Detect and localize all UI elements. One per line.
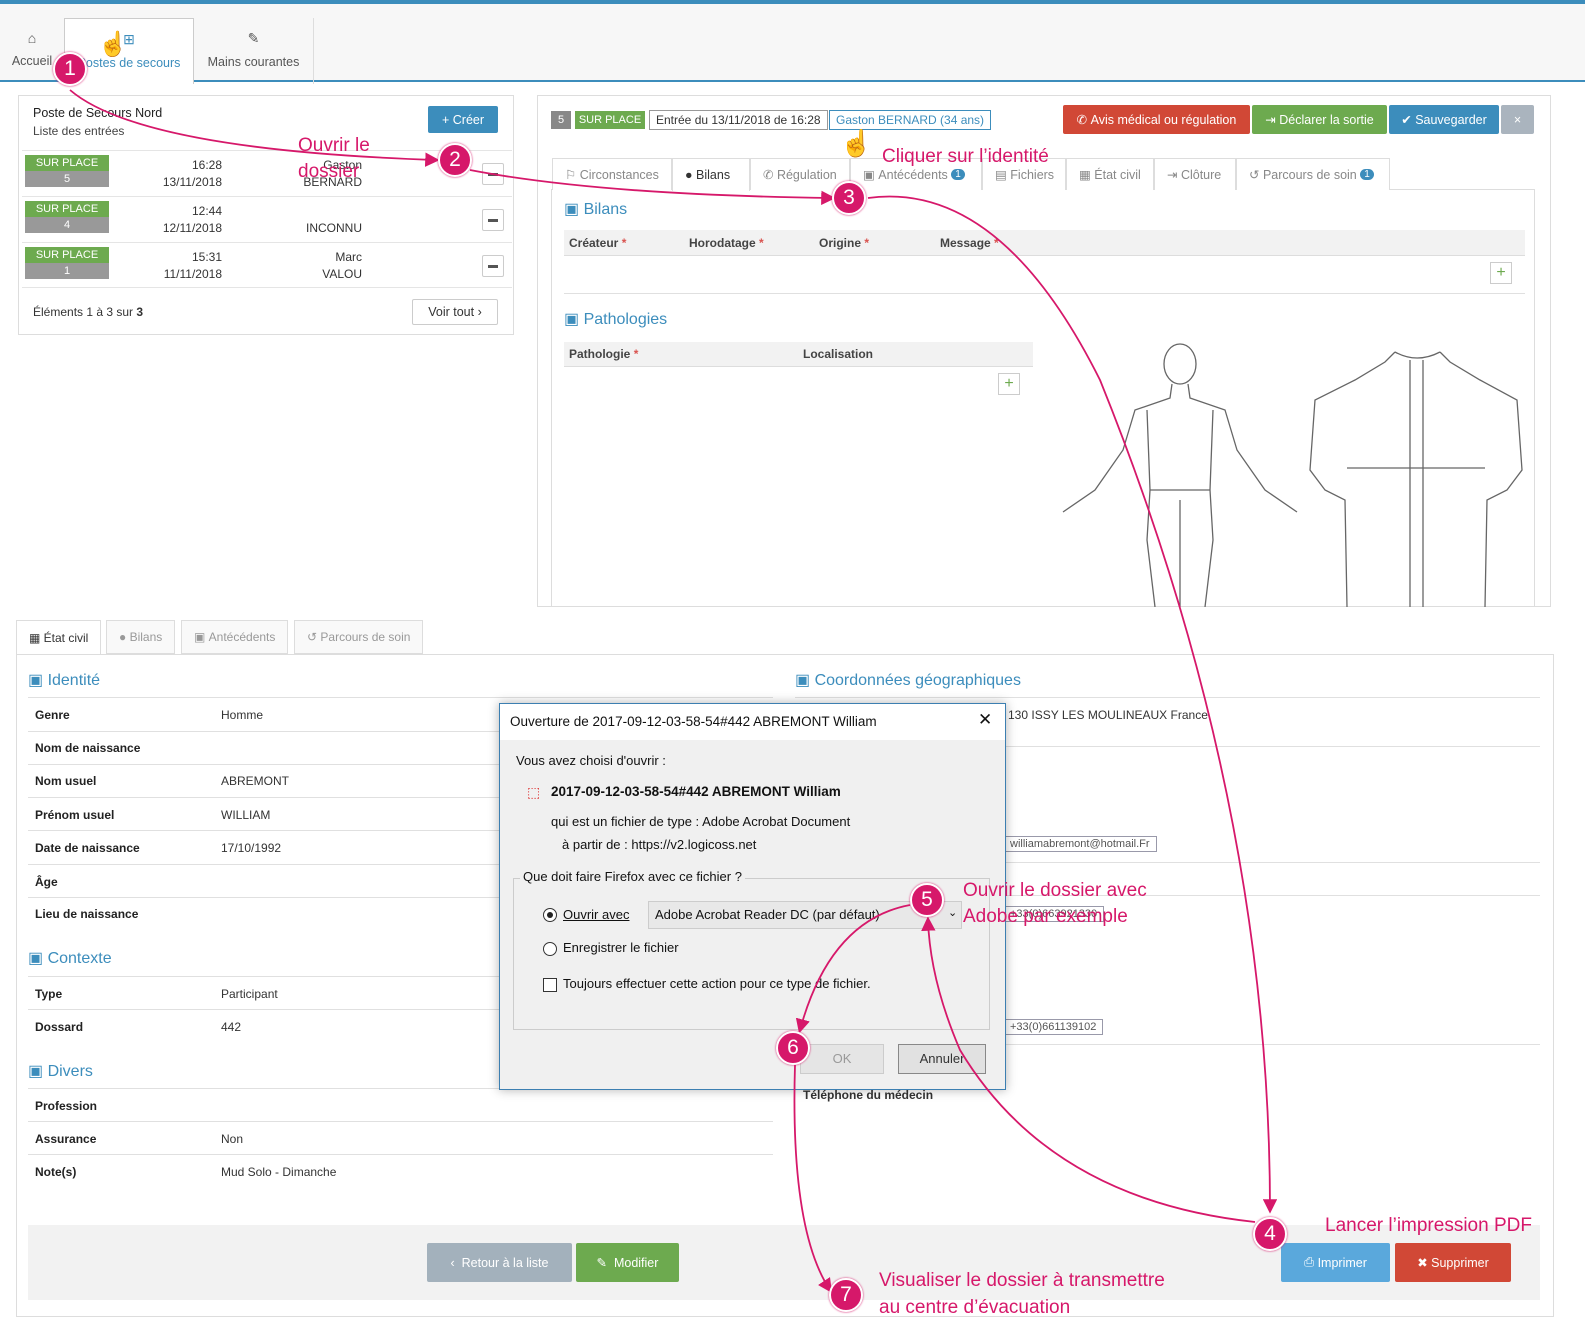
step-5-marker: 5 [910, 883, 944, 917]
annotation-click-identity: Cliquer sur l’identité [882, 146, 1049, 167]
annotation-view-file: Visualiser le dossier à transmettre [879, 1270, 1165, 1291]
step-2-marker: 2 [438, 143, 472, 177]
annotation-open-with-adobe: Ouvrir le dossier avec Adobe par exemple [963, 880, 1147, 927]
annotation-open-folder: Ouvrir le dossier [298, 135, 370, 182]
step-1-marker: 1 [53, 52, 87, 86]
step-3-marker: 3 [832, 181, 866, 215]
step-4-marker: 4 [1253, 1217, 1287, 1251]
annotation-arrows [69, 89, 1278, 1293]
hand-cursor-icon: ☝ [98, 31, 128, 58]
annotation-evac-center: au centre d’évacuation [879, 1297, 1071, 1318]
hand-cursor-icon: ☝ [840, 128, 873, 158]
annotation-print-pdf: Lancer l’impression PDF [1325, 1215, 1532, 1236]
step-6-marker: 6 [776, 1031, 810, 1065]
step-7-marker: 7 [829, 1278, 863, 1312]
